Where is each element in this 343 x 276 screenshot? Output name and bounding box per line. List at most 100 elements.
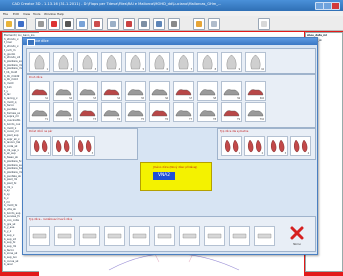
pair-count-tile-2[interactable]: 2 [52,136,73,156]
shoe-type-tile-2[interactable]: S2 [53,81,74,101]
layer-item[interactable]: b_sy [4,193,10,196]
layer-item[interactable]: b_sfondo_x2 [4,56,20,59]
layer-item[interactable]: b_sup_lux [4,256,17,259]
settings-icon[interactable] [168,18,180,30]
layer-item[interactable]: b_mold_tx [4,204,17,207]
shoe-type-tile-5[interactable]: S5 [125,81,146,101]
shoe-type-tile-3[interactable]: S3 [77,81,98,101]
layer-item[interactable]: b_sopra_ml [4,115,19,118]
menu-view[interactable]: View [23,12,30,16]
sole-type-tile-1[interactable]: 1 [29,52,50,72]
mirror-icon[interactable] [91,18,103,30]
shoe-type-tile-8[interactable]: S8 [197,81,218,101]
sole-type-tile-10[interactable]: 10 [245,52,266,72]
split-shape-tile-9[interactable] [229,226,250,246]
menu-file[interactable]: File [3,12,8,16]
split-shape-tile-10[interactable] [254,226,275,246]
open-icon[interactable] [3,18,15,30]
shoe-type-tile-14[interactable]: T4 [101,102,122,122]
shoe-type-tile-19[interactable]: T9 [221,102,242,122]
layer-item[interactable]: t_liner [4,41,12,44]
shoe-type-tile-7[interactable]: S7 [173,81,194,101]
view-icon[interactable] [258,18,270,30]
shoe-type-tile-13[interactable]: T3 [77,102,98,122]
layer-item[interactable]: b_mold [4,82,13,85]
close-icon[interactable] [331,2,340,10]
cancel-button[interactable]: Storno [289,226,305,246]
shoe-icon[interactable] [62,18,74,30]
sole-type-tile-7[interactable]: 7 [173,52,194,72]
split-shape-tile-8[interactable] [204,226,225,246]
save-icon[interactable] [15,18,27,30]
layer-item[interactable]: a_sy [4,189,10,192]
split-shape-tile-4[interactable] [104,226,125,246]
shoe-type-tile-17[interactable]: T7 [173,102,194,122]
layer-item[interactable]: b_puntale [4,108,17,111]
sole-type-tile-9[interactable]: 9 [221,52,242,72]
sole-type-tile-4[interactable]: 4 [101,52,122,72]
symmetry-tile-4[interactable]: 4 [290,136,311,156]
layer-item[interactable]: b_tacco [4,104,14,107]
shoe-type-tile-4[interactable]: S4 [101,81,122,101]
shoe-type-tile-15[interactable]: T5 [125,102,146,122]
render-icon[interactable] [138,18,150,30]
layer-item[interactable]: b_plantare_sx [4,60,22,63]
layer-item[interactable]: h_1x1 [4,86,12,89]
layer-item[interactable]: b_vita_sk [4,208,16,211]
menu-window[interactable]: Window [44,12,56,16]
pair-count-tile-3[interactable]: 3 [74,136,95,156]
menu-help[interactable]: Help [57,12,64,16]
shoe-type-tile-12[interactable]: T2 [53,102,74,122]
symmetry-tile-1[interactable]: 1 [221,136,242,156]
layer-item[interactable]: b_pied_tx [4,182,16,185]
shoe-type-tile-10[interactable]: S10 [245,81,266,101]
split-shape-tile-6[interactable] [154,226,175,246]
shoe-type-tile-9[interactable]: S9 [221,81,242,101]
layer-item[interactable]: b_plantare_ml [4,171,22,174]
split-shape-tile-2[interactable] [54,226,75,246]
layer-item[interactable]: b_sup_ml [4,245,16,248]
layer-icon[interactable] [76,18,88,30]
layer-item[interactable]: b_plantare_fx [4,160,22,163]
symmetry-tile-2[interactable]: 2 [244,136,265,156]
layer-item[interactable]: b_lacing_x [4,97,18,100]
layer-item[interactable]: t_inch_m [4,49,16,52]
photo-icon[interactable] [153,18,165,30]
layer-item[interactable]: b_bordo_cux [4,123,20,126]
sole-type-tile-3[interactable]: 3 [77,52,98,72]
menu-tools[interactable]: Tools [33,12,40,16]
shoe-type-tile-20[interactable]: T10 [245,102,266,122]
split-shape-tile-5[interactable] [129,226,150,246]
shoe-type-tile-6[interactable]: S6 [149,81,170,101]
layer-item[interactable]: b_sk_sup [4,152,16,155]
sole-type-tile-2[interactable]: 2 [53,52,74,72]
sole-type-tile-5[interactable]: 5 [125,52,146,72]
layer-item[interactable]: b_cuscinetto [4,119,20,122]
pair-count-tile-1[interactable]: 1 [30,136,51,156]
sole-type-tile-8[interactable]: 8 [197,52,218,72]
layer-item[interactable]: b_sunosa_fx [4,215,20,218]
split-shape-tile-3[interactable] [79,226,100,246]
layer-item[interactable]: b_lavoro_hal [4,141,20,144]
layer-item[interactable]: b_y_sue [4,226,14,229]
piece-name-field[interactable]: VNA2 [153,172,175,180]
measure-icon[interactable] [123,18,135,30]
layer-item[interactable]: b_coo_colla [4,219,19,222]
help-icon[interactable] [193,18,205,30]
layer-item[interactable]: b_plantare_ms [4,67,23,70]
shape-icon[interactable] [48,18,60,30]
layer-item[interactable]: b_y_x [4,230,11,233]
split-shape-tile-7[interactable] [179,226,200,246]
layer-item[interactable]: b_zona_sk [4,252,17,255]
layer-item[interactable]: t_lib_mold [4,71,17,74]
shoe-type-tile-18[interactable]: T8 [197,102,218,122]
symmetry-tile-3[interactable]: 3 [267,136,288,156]
layer-item[interactable]: b_coda_sk [4,145,17,148]
layer-item[interactable]: b_sfondo_x [4,45,19,48]
layer-item[interactable]: b_plantare_tax [4,167,23,170]
layer-item[interactable]: b_sup_x [4,234,14,237]
layer-item[interactable]: b_x [4,197,8,200]
grid-icon[interactable] [107,18,119,30]
shoe-type-tile-11[interactable]: T1 [29,102,50,122]
layer-item[interactable]: b_pied_ml [4,178,17,181]
